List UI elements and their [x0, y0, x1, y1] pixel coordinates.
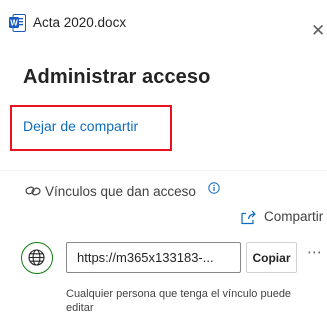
link-type-button[interactable] — [21, 242, 53, 274]
link-permission-description: Cualquier persona que tenga el vínculo p… — [66, 288, 292, 314]
word-document-icon: W — [9, 14, 26, 32]
section-divider — [0, 170, 327, 171]
copy-link-button[interactable]: Copiar — [246, 242, 297, 273]
page-title: Administrar acceso — [23, 66, 211, 88]
close-button[interactable]: ✕ — [311, 22, 327, 40]
stop-sharing-link[interactable]: Dejar de compartir — [23, 117, 138, 135]
globe-icon — [28, 249, 45, 266]
share-button-label: Compartir — [264, 209, 324, 224]
links-section-label: Vínculos que dan acceso — [45, 184, 196, 199]
more-options-button[interactable]: ⋯ — [307, 244, 327, 266]
link-url-text: https://m365x133183-... — [77, 250, 214, 265]
more-icon: ⋯ — [307, 244, 323, 261]
svg-text:W: W — [10, 19, 18, 28]
copy-button-label: Copiar — [252, 251, 291, 265]
link-url-field[interactable]: https://m365x133183-... — [66, 242, 241, 273]
link-icon — [25, 186, 41, 196]
share-icon — [241, 210, 256, 225]
share-button[interactable]: Compartir — [240, 206, 327, 228]
file-name: Acta 2020.docx — [33, 15, 127, 30]
close-icon: ✕ — [311, 22, 326, 40]
info-icon[interactable] — [208, 182, 220, 194]
